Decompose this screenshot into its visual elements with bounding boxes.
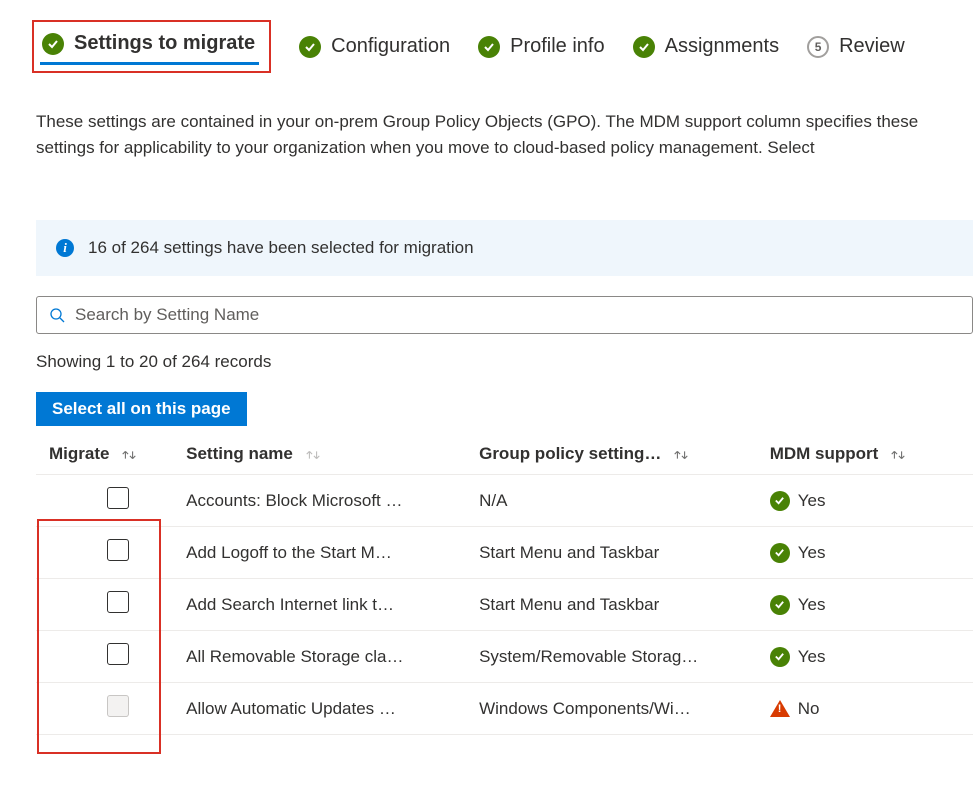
mdm-value: No	[798, 699, 820, 719]
mdm-support-cell: No	[764, 683, 973, 735]
setting-name-cell[interactable]: Add Search Internet link t…	[180, 579, 473, 631]
migrate-cell	[36, 631, 180, 683]
warning-icon	[770, 700, 790, 717]
success-icon	[770, 491, 790, 511]
setting-name-cell[interactable]: Add Logoff to the Start M…	[180, 527, 473, 579]
column-header-setting-label: Setting name	[186, 444, 293, 463]
mdm-support-cell: Yes	[764, 527, 973, 579]
column-header-mdm-label: MDM support	[770, 444, 879, 463]
mdm-support-cell: Yes	[764, 475, 973, 527]
wizard-step-label: Settings to migrate	[74, 32, 255, 55]
table-row: Add Search Internet link t…Start Menu an…	[36, 579, 973, 631]
success-icon	[770, 647, 790, 667]
check-icon	[478, 36, 500, 58]
setting-name-cell[interactable]: Allow Automatic Updates …	[180, 683, 473, 735]
migrate-checkbox[interactable]	[107, 643, 129, 665]
migrate-checkbox[interactable]	[107, 539, 129, 561]
mdm-value: Yes	[798, 543, 826, 563]
wizard-step-label: Review	[839, 35, 905, 58]
settings-table-body: Accounts: Block Microsoft …N/AYesAdd Log…	[36, 475, 973, 735]
table-row: Add Logoff to the Start M…Start Menu and…	[36, 527, 973, 579]
wizard-steps: Settings to migrate Configuration Profile …	[0, 0, 973, 89]
record-count: Showing 1 to 20 of 264 records	[36, 352, 973, 372]
table-row: Allow Automatic Updates …Windows Compone…	[36, 683, 973, 735]
settings-table: Migrate Setting name	[36, 434, 973, 735]
check-icon	[633, 36, 655, 58]
group-policy-cell: N/A	[473, 475, 764, 527]
wizard-step-4[interactable]: 5 Review	[807, 27, 905, 66]
info-banner-text: 16 of 264 settings have been selected fo…	[88, 238, 474, 258]
column-header-setting[interactable]: Setting name	[180, 434, 473, 475]
mdm-value: Yes	[798, 595, 826, 615]
wizard-step-0[interactable]: Settings to migrate	[32, 20, 271, 73]
wizard-step-1[interactable]: Configuration	[299, 27, 450, 66]
migrate-checkbox[interactable]	[107, 591, 129, 613]
sort-icon	[672, 448, 690, 462]
migrate-cell	[36, 527, 180, 579]
migrate-cell	[36, 579, 180, 631]
wizard-step-label: Assignments	[665, 35, 780, 58]
setting-name-cell[interactable]: Accounts: Block Microsoft …	[180, 475, 473, 527]
search-input[interactable]	[75, 305, 960, 325]
info-banner: i 16 of 264 settings have been selected …	[36, 220, 973, 276]
column-header-migrate[interactable]: Migrate	[36, 434, 180, 475]
table-row: All Removable Storage cla…System/Removab…	[36, 631, 973, 683]
group-policy-cell: Start Menu and Taskbar	[473, 527, 764, 579]
setting-name-cell[interactable]: All Removable Storage cla…	[180, 631, 473, 683]
success-icon	[770, 595, 790, 615]
group-policy-cell: System/Removable Storag…	[473, 631, 764, 683]
migrate-cell	[36, 683, 180, 735]
migrate-cell	[36, 475, 180, 527]
mdm-support-cell: Yes	[764, 631, 973, 683]
search-icon	[49, 307, 65, 323]
wizard-step-2[interactable]: Profile info	[478, 27, 605, 66]
table-row: Accounts: Block Microsoft …N/A Yes	[36, 475, 973, 527]
wizard-step-3[interactable]: Assignments	[633, 27, 780, 66]
success-icon	[770, 543, 790, 563]
migrate-checkbox[interactable]	[107, 487, 129, 509]
group-policy-cell: Windows Components/Wi…	[473, 683, 764, 735]
sort-icon	[889, 448, 907, 462]
column-header-migrate-label: Migrate	[49, 444, 109, 463]
step-number-icon: 5	[807, 36, 829, 58]
column-header-group-label: Group policy setting…	[479, 444, 661, 463]
mdm-support-cell: Yes	[764, 579, 973, 631]
mdm-value: Yes	[798, 647, 826, 667]
check-icon	[42, 33, 64, 55]
column-header-mdm[interactable]: MDM support	[764, 434, 973, 475]
select-all-button[interactable]: Select all on this page	[36, 392, 247, 426]
info-icon: i	[56, 239, 74, 257]
sort-icon	[304, 448, 322, 462]
search-input-container[interactable]	[36, 296, 973, 334]
intro-text: These settings are contained in your on-…	[36, 109, 973, 160]
wizard-step-label: Profile info	[510, 35, 605, 58]
sort-icon	[120, 448, 138, 462]
mdm-value: Yes	[798, 491, 826, 511]
migrate-checkbox	[107, 695, 129, 717]
group-policy-cell: Start Menu and Taskbar	[473, 579, 764, 631]
column-header-group[interactable]: Group policy setting…	[473, 434, 764, 475]
wizard-step-label: Configuration	[331, 35, 450, 58]
check-icon	[299, 36, 321, 58]
